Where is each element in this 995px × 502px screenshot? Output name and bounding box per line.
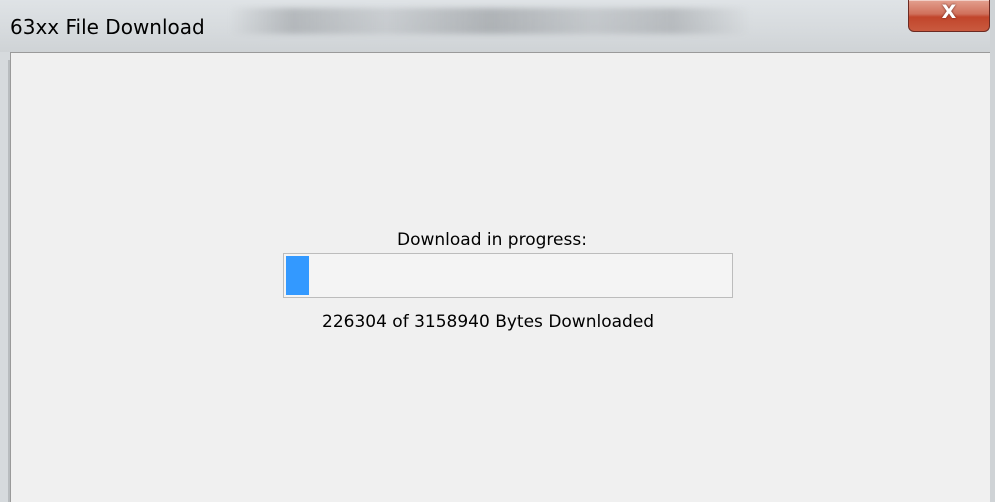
download-window: 63xx File Download X Download in progres… (0, 0, 995, 502)
blurred-title-region (230, 8, 750, 34)
window-title: 63xx File Download (10, 15, 205, 39)
download-progress-bar (283, 253, 733, 298)
window-right-frame (990, 0, 995, 502)
close-button[interactable]: X (908, 0, 990, 32)
close-icon: X (941, 1, 957, 23)
title-bar[interactable]: 63xx File Download X (0, 0, 995, 52)
download-status-label: Download in progress: (397, 230, 587, 250)
download-progress-fill (286, 256, 314, 295)
bytes-downloaded-label: 226304 of 3158940 Bytes Downloaded (322, 312, 655, 332)
progress-block (286, 256, 309, 295)
